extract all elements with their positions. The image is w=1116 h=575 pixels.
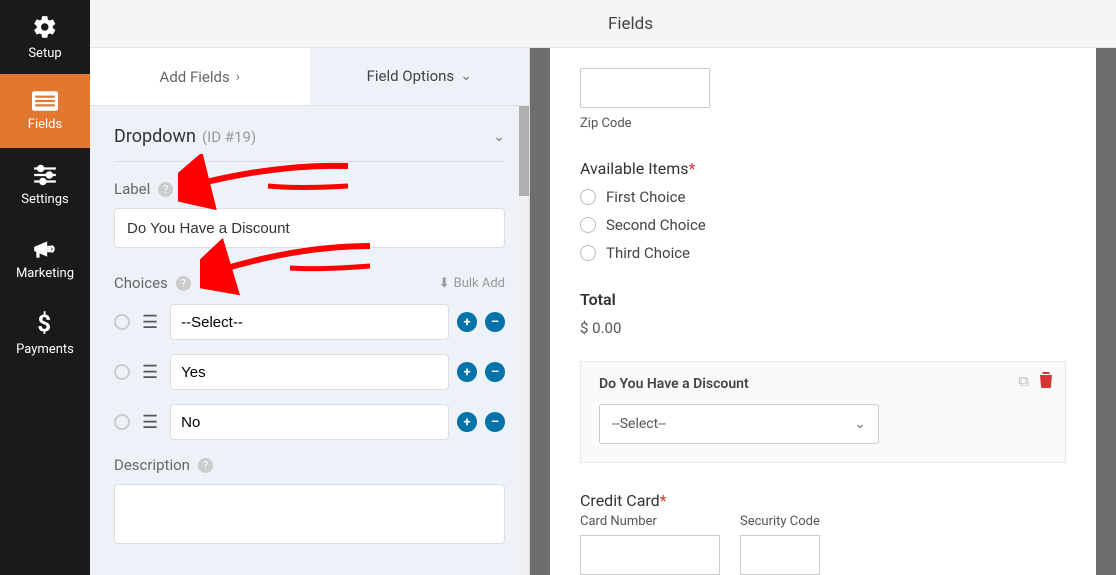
- radio-icon: [580, 245, 596, 261]
- dollar-icon: $: [37, 310, 53, 336]
- remove-choice-button[interactable]: –: [485, 412, 505, 432]
- chevron-right-icon: ›: [236, 69, 240, 85]
- drag-handle-icon[interactable]: ☰: [138, 412, 162, 433]
- preview-wrap: Zip Code Available Items* First Choice S…: [530, 48, 1116, 575]
- total-value: $ 0.00: [580, 319, 1066, 337]
- sidebar-item-label: Marketing: [16, 266, 74, 281]
- security-code-label: Security Code: [740, 514, 820, 529]
- field-type-name: Dropdown: [114, 126, 196, 147]
- sidebar-item-marketing[interactable]: Marketing: [0, 222, 90, 296]
- choice-input[interactable]: [170, 354, 449, 390]
- bulk-add-button[interactable]: ⬇ Bulk Add: [439, 276, 505, 291]
- chevron-down-icon[interactable]: ⌄: [493, 129, 505, 145]
- help-icon[interactable]: ?: [198, 458, 213, 473]
- default-radio[interactable]: [114, 414, 130, 430]
- description-label: Description: [114, 456, 190, 474]
- add-choice-button[interactable]: +: [457, 412, 477, 432]
- card-number-label: Card Number: [580, 514, 720, 529]
- default-radio[interactable]: [114, 364, 130, 380]
- choices-label: Choices: [114, 274, 168, 292]
- security-code-input[interactable]: [740, 535, 820, 575]
- choice-row: ☰ + –: [114, 354, 505, 390]
- sidebar-item-fields[interactable]: Fields: [0, 74, 90, 148]
- available-items-label: Available Items*: [580, 159, 1066, 178]
- discount-field-block[interactable]: ⧉ Do You Have a Discount --Select-- ⌄: [580, 361, 1066, 463]
- list-icon: [32, 91, 58, 111]
- total-label: Total: [580, 290, 1066, 309]
- required-asterisk: *: [660, 491, 667, 510]
- bulk-add-label: Bulk Add: [454, 276, 505, 291]
- credit-card-row: Card Number Security Code: [580, 514, 1066, 575]
- main-sidebar: Setup Fields Settings Marketing $ Paymen…: [0, 0, 90, 575]
- trash-icon[interactable]: [1039, 372, 1053, 392]
- label-text: Label: [114, 180, 150, 198]
- sidebar-item-label: Fields: [28, 117, 62, 132]
- option-label: Third Choice: [606, 244, 690, 262]
- add-choice-button[interactable]: +: [457, 362, 477, 382]
- required-asterisk: *: [689, 159, 696, 178]
- label-row: Label ?: [114, 180, 505, 198]
- tab-add-fields[interactable]: Add Fields ›: [90, 48, 310, 105]
- option-label: Second Choice: [606, 216, 706, 234]
- svg-text:$: $: [37, 310, 51, 336]
- description-section: Description ?: [114, 456, 505, 544]
- remove-choice-button[interactable]: –: [485, 362, 505, 382]
- choice-input[interactable]: [170, 404, 449, 440]
- radio-icon: [580, 217, 596, 233]
- field-label-input[interactable]: [114, 208, 505, 248]
- default-radio[interactable]: [114, 314, 130, 330]
- drag-handle-icon[interactable]: ☰: [138, 362, 162, 383]
- chevron-down-icon: ⌄: [460, 68, 472, 84]
- discount-select[interactable]: --Select-- ⌄: [599, 404, 879, 444]
- help-icon[interactable]: ?: [158, 182, 173, 197]
- sidebar-item-settings[interactable]: Settings: [0, 148, 90, 222]
- sidebar-item-label: Payments: [16, 342, 74, 357]
- sidebar-item-label: Setup: [28, 46, 61, 61]
- page-title: Fields: [608, 14, 653, 34]
- choice-row: ☰ + –: [114, 304, 505, 340]
- chevron-down-icon: ⌄: [854, 416, 866, 432]
- content-row: Add Fields › Field Options ⌄ Dropdown (I…: [90, 48, 1116, 575]
- radio-icon: [580, 189, 596, 205]
- option-label: First Choice: [606, 188, 685, 206]
- zip-label: Zip Code: [580, 116, 1066, 131]
- choice-row: ☰ + –: [114, 404, 505, 440]
- bullhorn-icon: [32, 238, 58, 260]
- field-id: (ID #19): [202, 128, 256, 146]
- choice-input[interactable]: [170, 304, 449, 340]
- available-option[interactable]: First Choice: [580, 188, 1066, 206]
- select-value: --Select--: [612, 416, 666, 432]
- available-option[interactable]: Third Choice: [580, 244, 1066, 262]
- tab-field-options[interactable]: Field Options ⌄: [310, 48, 530, 105]
- gear-icon: [32, 14, 58, 40]
- add-choice-button[interactable]: +: [457, 312, 477, 332]
- description-textarea[interactable]: [114, 484, 505, 544]
- tab-label: Add Fields: [160, 68, 230, 86]
- field-section-head[interactable]: Dropdown (ID #19) ⌄: [114, 126, 505, 162]
- available-option[interactable]: Second Choice: [580, 216, 1066, 234]
- card-number-input[interactable]: [580, 535, 720, 575]
- topbar: Fields: [90, 0, 1116, 48]
- sidebar-item-payments[interactable]: $ Payments: [0, 296, 90, 370]
- zip-input[interactable]: [580, 68, 710, 108]
- security-code-col: Security Code: [740, 514, 820, 575]
- drag-handle-icon[interactable]: ☰: [138, 312, 162, 333]
- remove-choice-button[interactable]: –: [485, 312, 505, 332]
- panel-scroll: Dropdown (ID #19) ⌄ Label ? Choices ?: [90, 106, 529, 575]
- sidebar-item-label: Settings: [21, 192, 68, 207]
- card-number-col: Card Number: [580, 514, 720, 575]
- duplicate-icon[interactable]: ⧉: [1018, 372, 1029, 392]
- form-preview: Zip Code Available Items* First Choice S…: [550, 48, 1096, 575]
- tab-label: Field Options: [367, 67, 455, 85]
- field-options-panel: Add Fields › Field Options ⌄ Dropdown (I…: [90, 48, 530, 575]
- credit-card-label: Credit Card*: [580, 491, 1066, 510]
- discount-label: Do You Have a Discount: [599, 376, 1047, 392]
- help-icon[interactable]: ?: [176, 276, 191, 291]
- sliders-icon: [32, 164, 58, 186]
- main-area: Fields Add Fields › Field Options ⌄ Dr: [90, 0, 1116, 575]
- choices-head: Choices ? ⬇ Bulk Add: [114, 274, 505, 292]
- download-icon: ⬇: [439, 276, 450, 291]
- panel-tabs: Add Fields › Field Options ⌄: [90, 48, 529, 106]
- sidebar-item-setup[interactable]: Setup: [0, 0, 90, 74]
